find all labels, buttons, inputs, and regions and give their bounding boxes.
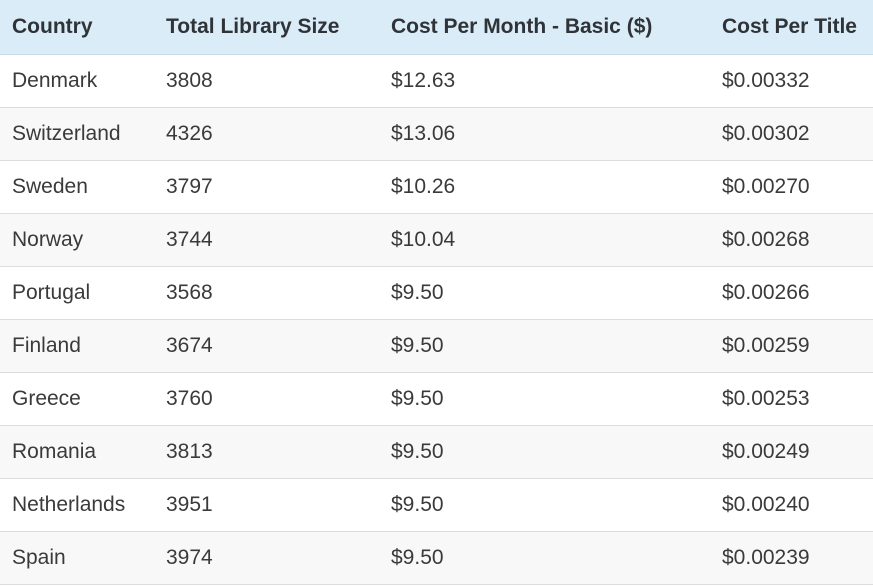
table-row: Portugal 3568 $9.50 $0.00266 [0, 266, 873, 320]
monthly-cost-cell: $9.50 [379, 478, 710, 532]
monthly-cost-cell: $9.50 [379, 372, 710, 426]
monthly-cost-cell: $9.50 [379, 319, 710, 373]
data-table-container: Country Total Library Size Cost Per Mont… [0, 0, 873, 586]
country-cell: Denmark [0, 54, 154, 108]
table-row: Romania 3813 $9.50 $0.00249 [0, 425, 873, 479]
cost-per-title-cell: $0.00249 [710, 425, 873, 479]
table-row: Sweden 3797 $10.26 $0.00270 [0, 160, 873, 214]
cost-per-title-cell: $0.00240 [710, 478, 873, 532]
table-header: Country Total Library Size Cost Per Mont… [0, 0, 873, 55]
column-header-total-library-size[interactable]: Total Library Size [154, 0, 379, 55]
country-cell: Sweden [0, 160, 154, 214]
data-table: Country Total Library Size Cost Per Mont… [0, 0, 873, 585]
monthly-cost-cell: $10.04 [379, 213, 710, 267]
library-size-cell: 3808 [154, 54, 379, 108]
library-size-cell: 3674 [154, 319, 379, 373]
cost-per-title-cell: $0.00302 [710, 107, 873, 161]
country-cell: Romania [0, 425, 154, 479]
column-header-cost-per-title[interactable]: Cost Per Title [710, 0, 873, 55]
table-row: Norway 3744 $10.04 $0.00268 [0, 213, 873, 267]
monthly-cost-cell: $10.26 [379, 160, 710, 214]
table-body: Denmark 3808 $12.63 $0.00332 Switzerland 4326… [0, 54, 873, 585]
country-cell: Greece [0, 372, 154, 426]
library-size-cell: 4326 [154, 107, 379, 161]
monthly-cost-cell: $9.50 [379, 531, 710, 585]
table-row: Greece 3760 $9.50 $0.00253 [0, 372, 873, 426]
library-size-cell: 3744 [154, 213, 379, 267]
country-cell: Spain [0, 531, 154, 585]
table-row: Netherlands 3951 $9.50 $0.00240 [0, 478, 873, 532]
cost-per-title-cell: $0.00239 [710, 531, 873, 585]
monthly-cost-cell: $9.50 [379, 266, 710, 320]
cost-per-title-cell: $0.00259 [710, 319, 873, 373]
country-cell: Switzerland [0, 107, 154, 161]
library-size-cell: 3568 [154, 266, 379, 320]
table-row: Spain 3974 $9.50 $0.00239 [0, 531, 873, 585]
column-header-cost-per-month-basic[interactable]: Cost Per Month - Basic ($) [379, 0, 710, 55]
cost-per-title-cell: $0.00270 [710, 160, 873, 214]
country-cell: Finland [0, 319, 154, 373]
table-row: Finland 3674 $9.50 $0.00259 [0, 319, 873, 373]
library-size-cell: 3951 [154, 478, 379, 532]
cost-per-title-cell: $0.00268 [710, 213, 873, 267]
library-size-cell: 3760 [154, 372, 379, 426]
table-row: Switzerland 4326 $13.06 $0.00302 [0, 107, 873, 161]
cost-per-title-cell: $0.00266 [710, 266, 873, 320]
country-cell: Norway [0, 213, 154, 267]
column-header-country[interactable]: Country [0, 0, 154, 55]
monthly-cost-cell: $12.63 [379, 54, 710, 108]
cost-per-title-cell: $0.00253 [710, 372, 873, 426]
cost-per-title-cell: $0.00332 [710, 54, 873, 108]
monthly-cost-cell: $13.06 [379, 107, 710, 161]
header-row: Country Total Library Size Cost Per Mont… [0, 0, 873, 55]
country-cell: Netherlands [0, 478, 154, 532]
country-cell: Portugal [0, 266, 154, 320]
library-size-cell: 3797 [154, 160, 379, 214]
table-row: Denmark 3808 $12.63 $0.00332 [0, 54, 873, 108]
monthly-cost-cell: $9.50 [379, 425, 710, 479]
library-size-cell: 3813 [154, 425, 379, 479]
library-size-cell: 3974 [154, 531, 379, 585]
